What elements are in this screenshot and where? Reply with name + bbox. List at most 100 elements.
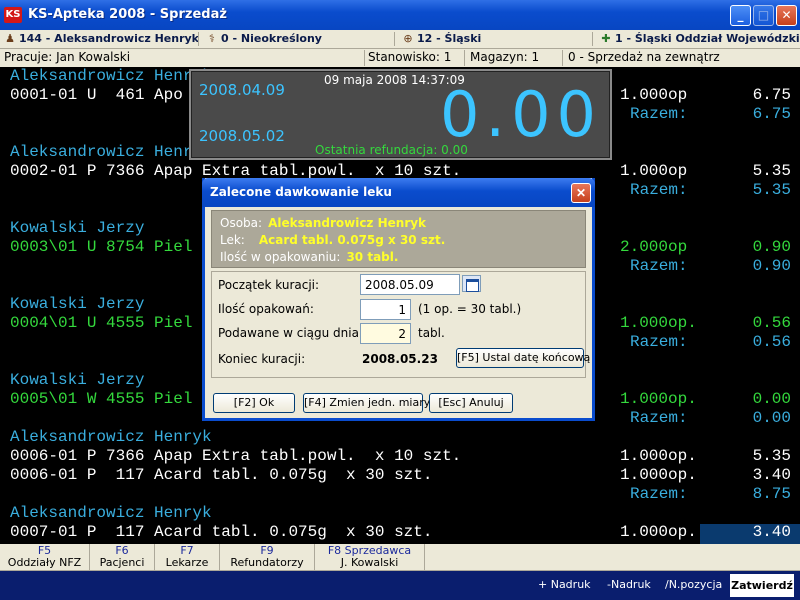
packages-input[interactable]	[360, 299, 411, 320]
subtotal-value: 6.75	[752, 105, 791, 123]
display-last-refund: Ostatnia refundacja: 0.00	[315, 143, 468, 157]
drug-row: Lek: Acard tabl. 0.075g x 30 szt.	[220, 233, 445, 247]
start-label: Początek kuracji:	[218, 278, 320, 292]
item-price: 5.35	[752, 447, 791, 465]
nadruk-plus-button[interactable]: + Nadruk	[538, 578, 591, 591]
end-label: Koniec kuracji:	[218, 352, 306, 366]
calendar-icon[interactable]	[462, 275, 481, 292]
item-price: 5.35	[752, 162, 791, 180]
item-line[interactable]: 0003\01 U 8754 Piel	[10, 238, 192, 257]
item-line[interactable]: 0006-01 P 7366 Apap Extra tabl.powl. x 1…	[10, 447, 461, 466]
customer-name-line: Aleksandrowicz Henryk	[10, 428, 212, 446]
item-line[interactable]: 0004\01 U 4555 Piel	[10, 314, 192, 333]
pack-value: 30 tabl.	[346, 250, 399, 264]
drug-value: Acard tabl. 0.075g x 30 szt.	[258, 233, 446, 247]
new-position-button[interactable]: /N.pozycja	[665, 578, 722, 591]
item-line[interactable]: 0001-01 U 461 Apo	[10, 86, 183, 105]
customer-name-line: Aleksandrowicz Henryk	[10, 504, 212, 522]
patient-text: 144 - Aleksandrowicz Henryk	[19, 32, 199, 45]
unspecified-segment[interactable]: ⚕ 0 - Nieokreślony	[206, 32, 322, 45]
subtotal-label: Razem:	[630, 333, 688, 351]
set-end-date-button[interactable]: [F5] Ustal datę końcową	[456, 348, 590, 368]
branch-segment[interactable]: ✚ 1 - Śląski Oddział Wojewódzki NFZ	[600, 32, 800, 45]
subtotal-value: 0.00	[752, 409, 791, 427]
dialog-close-button[interactable]: ✕	[571, 183, 591, 203]
function-key-bar: F5 Oddziały NFZ F6 Pacjenci F7 Lekarze F…	[0, 544, 800, 571]
subtotal-label: Razem:	[630, 181, 688, 199]
divider	[198, 32, 199, 46]
fkey-patients[interactable]: F6 Pacjenci	[90, 544, 155, 571]
divider	[394, 32, 395, 46]
ok-button[interactable]: [F2] Ok	[213, 393, 295, 413]
pack-label: Ilość w opakowaniu:	[220, 250, 341, 264]
change-unit-button[interactable]: [F4] Zmien jedn. miary	[303, 393, 430, 413]
warehouse-text: Magazyn: 1	[470, 50, 540, 64]
confirm-button[interactable]: Zatwierdź	[730, 574, 794, 597]
fkey-doctors[interactable]: F7 Lekarze	[155, 544, 220, 571]
dialog-title-bar[interactable]: Zalecone dawkowanie leku ✕	[202, 178, 595, 207]
display-amount: 0.00	[439, 78, 602, 151]
minimize-button[interactable]: _	[730, 5, 751, 26]
doctor-icon: ⚕	[209, 32, 215, 45]
daily-label: Podawane w ciągu dnia	[218, 326, 359, 340]
person-label: Osoba:	[220, 216, 263, 230]
fkey-label: Pacjenci	[99, 556, 145, 569]
patient-segment[interactable]: ♟ 144 - Aleksandrowicz Henryk	[4, 32, 199, 45]
fkey-nfz-branches[interactable]: F5 Oddziały NFZ	[0, 544, 90, 571]
subtotal-value: 0.56	[752, 333, 791, 351]
fkey-refunders[interactable]: F9 Refundatorzy	[220, 544, 315, 571]
cancel-button[interactable]: [Esc] Anuluj	[429, 393, 513, 413]
item-price: 6.75	[752, 86, 791, 104]
unspecified-text: 0 - Nieokreślony	[221, 32, 322, 45]
item-price: 3.40	[752, 466, 791, 484]
worker-text: Pracuje: Jan Kowalski	[4, 50, 131, 64]
bottom-action-bar: + Nadruk -Nadruk /N.pozycja Zatwierdź	[0, 571, 800, 600]
item-price: 3.40	[752, 523, 791, 541]
daily-unit: tabl.	[418, 326, 445, 340]
amount-display: 2008.04.09 09 maja 2008 14:37:09 0.00 20…	[189, 69, 612, 160]
sale-type-text: 0 - Sprzedaż na zewnątrz	[568, 50, 720, 64]
customer-name-line: Kowalski Jerzy	[10, 295, 145, 313]
maximize-button[interactable]: □	[753, 5, 774, 26]
customer-name-line: Aleksandrowicz Henryk	[10, 67, 212, 85]
end-date-value: 2008.05.23	[362, 352, 438, 366]
pack-row: Ilość w opakowaniu: 30 tabl.	[220, 250, 398, 264]
window-title: KS-Apteka 2008 - Sprzedaż	[28, 7, 227, 22]
person-icon: ♟	[5, 32, 15, 45]
subtotal-label: Razem:	[630, 257, 688, 275]
close-window-button[interactable]: ✕	[776, 5, 797, 26]
divider	[464, 50, 465, 66]
start-date-input[interactable]	[360, 274, 460, 295]
region-segment[interactable]: ⊕ 12 - Śląski	[402, 32, 481, 45]
divider	[562, 50, 563, 66]
fkey-seller[interactable]: F8 Sprzedawca J. Kowalski	[315, 544, 425, 571]
item-price: 0.56	[752, 314, 791, 332]
fkey-label: J. Kowalski	[340, 556, 399, 569]
person-value: Aleksandrowicz Henryk	[268, 216, 427, 230]
drug-label: Lek:	[220, 233, 245, 247]
hospital-icon: ✚	[601, 32, 611, 45]
divider	[592, 32, 593, 46]
customer-name-line: Aleksandrowicz Henryk	[10, 143, 212, 161]
station-text: Stanowisko: 1	[368, 50, 452, 64]
divider	[364, 50, 365, 66]
subtotal-value: 8.75	[752, 485, 791, 503]
dosage-dialog: Zalecone dawkowanie leku ✕ Osoba: Aleksan…	[202, 178, 595, 421]
person-row: Osoba: Aleksandrowicz Henryk	[220, 216, 426, 230]
daily-dose-input[interactable]	[360, 323, 411, 344]
item-line[interactable]: 0007-01 P 117 Acard tabl. 0.075g x 30 sz…	[10, 523, 432, 542]
subtotal-label: Razem:	[630, 409, 688, 427]
item-line[interactable]: 0005\01 W 4555 Piel	[10, 390, 192, 409]
subtotal-value: 0.90	[752, 257, 791, 275]
app-logo-icon: KS	[4, 7, 22, 23]
display-date-from: 2008.04.09	[199, 81, 285, 99]
customer-name-line: Kowalski Jerzy	[10, 371, 145, 389]
nadruk-minus-button[interactable]: -Nadruk	[607, 578, 651, 591]
region-text: 12 - Śląski	[417, 32, 482, 45]
fkey-label: Refundatorzy	[230, 556, 304, 569]
customer-name-line: Kowalski Jerzy	[10, 219, 145, 237]
dialog-title: Zalecone dawkowanie leku	[210, 185, 392, 199]
subtotal-label: Razem:	[630, 485, 688, 503]
item-line[interactable]: 0006-01 P 117 Acard tabl. 0.075g x 30 sz…	[10, 466, 432, 485]
dialog-button-row: [F2] Ok [F4] Zmien jedn. miary [Esc] Anu…	[211, 390, 586, 416]
